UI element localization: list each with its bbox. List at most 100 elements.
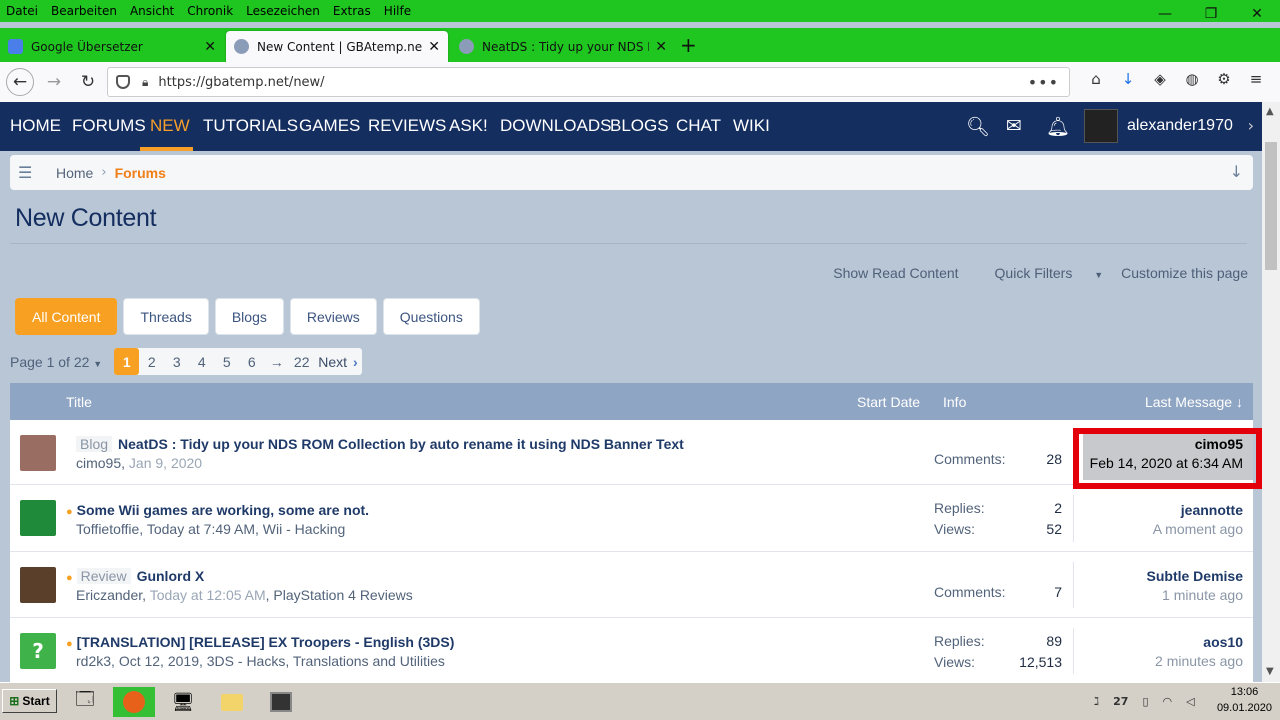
tab-reviews[interactable]: Reviews <box>289 298 377 335</box>
table-row[interactable]: Blog NeatDS : Tidy up your NDS ROM Collec… <box>10 420 1253 485</box>
thread-title-link[interactable]: ● [TRANSLATION] [RELEASE] EX Troopers - E… <box>66 634 454 650</box>
last-post-time[interactable]: 1 minute ago <box>1147 587 1243 603</box>
explorer-icon[interactable]: 🗔 <box>64 687 106 717</box>
header-title[interactable]: Title <box>66 394 92 410</box>
last-poster[interactable]: aos10 <box>1155 634 1243 650</box>
close-tab-icon[interactable]: ✕ <box>655 39 667 55</box>
header-last-message[interactable]: Last Message ↓ <box>1145 394 1243 410</box>
thread-title-link[interactable]: Blog NeatDS : Tidy up your NDS ROM Collec… <box>76 436 684 452</box>
lock-icon[interactable]: 🔒︎ <box>142 75 148 90</box>
extension-icon[interactable]: ⚙ <box>1208 70 1240 88</box>
tray-counter[interactable]: 27 <box>1113 695 1128 708</box>
nav-downloads[interactable]: DOWNLOADS <box>500 116 611 136</box>
media-app-icon[interactable] <box>260 687 302 717</box>
page-jump-dropdown[interactable]: Page 1 of 22 ▼ <box>10 354 102 370</box>
nav-reviews[interactable]: REVIEWS <box>368 116 446 136</box>
table-row[interactable]: ? ● [TRANSLATION] [RELEASE] EX Troopers -… <box>10 618 1253 683</box>
tab-questions[interactable]: Questions <box>382 298 480 335</box>
battery-icon[interactable]: ▯ <box>1142 695 1148 708</box>
row-forum[interactable]: , Wii - Hacking <box>255 521 345 537</box>
user-avatar[interactable] <box>20 567 56 603</box>
globe-icon[interactable]: ◍ <box>1176 70 1208 88</box>
search-icon[interactable]: 🔍︎ <box>966 115 990 138</box>
back-button[interactable]: ← <box>6 68 34 96</box>
nav-chat[interactable]: CHAT <box>676 116 721 136</box>
menu-ansicht[interactable]: Ansicht <box>130 4 174 18</box>
ublock-icon[interactable]: ◈ <box>1144 70 1176 88</box>
mail-icon[interactable]: ✉ <box>1006 115 1022 137</box>
nav-tutorials[interactable]: TUTORIALS <box>203 116 298 136</box>
tray-app-icon[interactable]: ℷ <box>1094 695 1099 708</box>
jump-down-icon[interactable]: ↓ <box>1230 162 1243 181</box>
next-page-button[interactable]: Next › <box>314 354 361 370</box>
nav-games[interactable]: GAMES <box>299 116 360 136</box>
tab-new-content[interactable]: New Content | GBAtemp.net - T ✕ <box>226 31 448 62</box>
tab-google-translate[interactable]: Google Übersetzer ✕ <box>0 31 224 62</box>
scroll-up-arrow-icon[interactable]: ▲ <box>1266 106 1274 117</box>
last-poster[interactable]: Subtle Demise <box>1147 568 1243 584</box>
volume-icon[interactable]: ◁ <box>1186 695 1194 708</box>
network-icon[interactable]: ◠ <box>1163 695 1173 708</box>
page-4[interactable]: 4 <box>189 348 214 375</box>
tab-neatds[interactable]: NeatDS : Tidy up your NDS ROM ✕ <box>451 31 675 62</box>
nav-ask[interactable]: ASK! <box>449 116 488 136</box>
url-text[interactable]: https://gbatemp.net/new/ <box>158 75 1027 90</box>
tracking-shield-icon[interactable] <box>116 75 130 89</box>
row-author[interactable]: cimo95, <box>76 455 125 471</box>
row-author[interactable]: Toffietoffie, <box>76 521 143 537</box>
close-window-button[interactable]: ✕ <box>1234 0 1280 28</box>
page-skip-arrow[interactable]: → <box>264 348 289 375</box>
home-icon[interactable]: ⌂ <box>1080 70 1112 88</box>
header-info[interactable]: Info <box>943 394 966 410</box>
page-actions-icon[interactable]: ••• <box>1028 73 1059 92</box>
clock[interactable]: 13:06 09.01.2020 <box>1217 686 1272 714</box>
menu-datei[interactable]: Datei <box>6 4 38 18</box>
row-author[interactable]: Ericzander, <box>76 587 146 603</box>
nav-blogs[interactable]: BLOGS <box>610 116 669 136</box>
show-read-content-link[interactable]: Show Read Content <box>833 265 958 281</box>
last-post-time[interactable]: A moment ago <box>1153 521 1243 537</box>
user-avatar[interactable] <box>20 500 56 536</box>
chevron-right-icon[interactable]: › <box>1248 116 1254 135</box>
folder-icon[interactable] <box>211 687 253 717</box>
last-post-time[interactable]: 2 minutes ago <box>1155 653 1243 669</box>
row-author[interactable]: rd2k3, <box>76 653 115 669</box>
page-3[interactable]: 3 <box>164 348 189 375</box>
thread-title-link[interactable]: ● Review Gunlord X <box>66 568 204 584</box>
reload-button[interactable]: ↻ <box>74 68 102 96</box>
last-poster[interactable]: jeannotte <box>1153 502 1243 518</box>
firefox-icon[interactable] <box>113 687 155 717</box>
quick-filters-dropdown[interactable]: Quick Filters ▼ <box>977 265 1104 281</box>
list-menu-icon[interactable]: ☰ <box>18 163 38 182</box>
default-avatar-icon[interactable]: ? <box>20 633 56 669</box>
page-2[interactable]: 2 <box>139 348 164 375</box>
scrollbar-thumb[interactable] <box>1265 142 1277 270</box>
page-1[interactable]: 1 <box>114 348 140 375</box>
system-monitor-icon[interactable]: 🖥 <box>162 687 204 717</box>
page-5[interactable]: 5 <box>214 348 239 375</box>
close-tab-icon[interactable]: ✕ <box>428 39 440 55</box>
tab-all-content[interactable]: All Content <box>15 298 118 335</box>
page-22[interactable]: 22 <box>289 348 314 375</box>
tab-blogs[interactable]: Blogs <box>214 298 284 335</box>
menu-bearbeiten[interactable]: Bearbeiten <box>51 4 117 18</box>
row-forum[interactable]: , PlayStation 4 Reviews <box>266 587 413 603</box>
row-forum[interactable]: , 3DS - Hacks, Translations and Utilitie… <box>199 653 445 669</box>
minimize-button[interactable]: — <box>1142 0 1188 28</box>
page-6[interactable]: 6 <box>239 348 264 375</box>
nav-wiki[interactable]: WIKI <box>733 116 770 136</box>
user-avatar[interactable] <box>1084 109 1118 143</box>
last-poster[interactable]: cimo95 <box>1083 436 1243 452</box>
breadcrumb-home[interactable]: Home <box>56 165 93 181</box>
user-avatar[interactable] <box>20 435 56 471</box>
menu-chronik[interactable]: Chronik <box>187 4 233 18</box>
restore-button[interactable]: ❐ <box>1188 0 1234 28</box>
hamburger-menu-icon[interactable]: ≡ <box>1240 70 1272 88</box>
last-post-time[interactable]: Feb 14, 2020 at 6:34 AM <box>1083 455 1243 471</box>
close-tab-icon[interactable]: ✕ <box>204 39 216 55</box>
menu-lesezeichen[interactable]: Lesezeichen <box>246 4 320 18</box>
page-scrollbar[interactable]: ▲ ▼ <box>1262 102 1280 682</box>
scroll-down-arrow-icon[interactable]: ▼ <box>1266 666 1274 677</box>
username-link[interactable]: alexander1970 <box>1127 117 1233 135</box>
tab-threads[interactable]: Threads <box>123 298 209 335</box>
